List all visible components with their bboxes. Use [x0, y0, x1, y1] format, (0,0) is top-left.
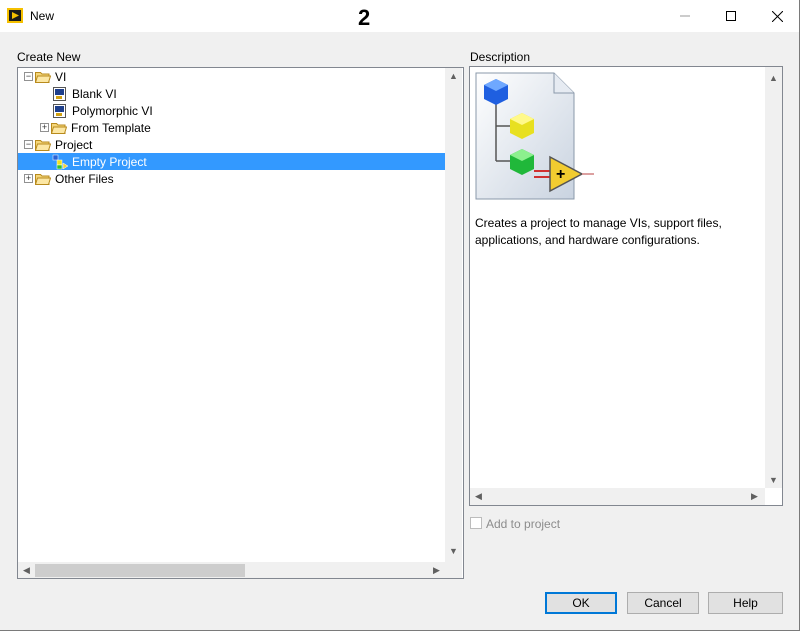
tree-vertical-scrollbar[interactable]: ▲ ▼ [445, 68, 462, 562]
scroll-down-icon[interactable]: ▼ [765, 475, 782, 485]
description-vertical-scrollbar[interactable]: ▲ ▼ [765, 67, 782, 488]
tree-item-label: From Template [71, 120, 151, 135]
tree-item-blank-vi[interactable]: Blank VI [52, 85, 117, 102]
scroll-up-icon[interactable]: ▲ [445, 71, 462, 81]
horizontal-scroll-thumb[interactable] [35, 564, 245, 577]
add-to-project-label: Add to project [486, 517, 561, 531]
scroll-right-icon[interactable]: ▶ [746, 491, 763, 502]
scroll-down-icon[interactable]: ▼ [445, 546, 462, 556]
tree-item-other-files[interactable]: + Other Files [24, 170, 114, 187]
add-to-project-checkbox[interactable] [470, 517, 482, 529]
tree-item-label: Polymorphic VI [72, 103, 153, 118]
tree-item-label: Project [55, 137, 93, 152]
tree-item-from-template[interactable]: + From Template [40, 119, 151, 136]
scroll-left-icon[interactable]: ◀ [470, 491, 487, 502]
window-title: New [30, 9, 55, 23]
tree-item-label: Blank VI [72, 86, 117, 101]
collapse-icon[interactable]: − [24, 140, 33, 149]
folder-icon [35, 174, 51, 185]
scroll-up-icon[interactable]: ▲ [765, 73, 782, 83]
description-label: Description [470, 50, 531, 64]
project-icon [52, 154, 68, 169]
create-new-tree[interactable]: − VI Blank VI Polymorphic VI + From Temp… [17, 67, 464, 579]
description-horizontal-scrollbar[interactable]: ◀ ▶ [470, 488, 765, 505]
scrollbar-corner [445, 562, 462, 578]
tree-item-polymorphic-vi[interactable]: Polymorphic VI [52, 102, 153, 119]
open-folder-icon [35, 140, 51, 151]
expand-icon[interactable]: + [24, 174, 33, 183]
tree-item-empty-project[interactable]: Empty Project [18, 153, 445, 170]
close-button[interactable] [754, 0, 800, 32]
collapse-icon[interactable]: − [24, 72, 33, 81]
project-illustration-icon: + [475, 72, 594, 200]
help-button[interactable]: Help [708, 592, 783, 614]
minimize-icon [680, 15, 690, 17]
tree-item-project[interactable]: − Project [24, 136, 92, 153]
folder-icon [51, 123, 67, 134]
polymorphic-vi-icon [53, 103, 66, 118]
open-folder-icon [35, 72, 51, 83]
step-number-label: 2 [358, 5, 371, 30]
close-icon [771, 10, 783, 22]
minimize-button[interactable] [662, 0, 708, 32]
cancel-button[interactable]: Cancel [627, 592, 699, 614]
tree-item-label: VI [55, 69, 67, 84]
scroll-right-icon[interactable]: ▶ [428, 565, 445, 576]
maximize-icon [726, 11, 736, 21]
expand-icon[interactable]: + [40, 123, 49, 132]
description-panel: + Creates a project to manage VIs, suppo… [469, 66, 783, 506]
tree-item-vi[interactable]: − VI [24, 68, 66, 85]
maximize-button[interactable] [708, 0, 754, 32]
description-text: Creates a project to manage VIs, support… [475, 216, 722, 247]
svg-text:+: + [556, 166, 565, 183]
ok-button[interactable]: OK [545, 592, 617, 614]
tree-item-label: Empty Project [72, 154, 147, 169]
vi-file-icon [53, 86, 66, 101]
scroll-left-icon[interactable]: ◀ [18, 565, 35, 576]
tree-item-label: Other Files [55, 171, 114, 186]
labview-app-icon [7, 8, 23, 23]
create-new-label: Create New [17, 50, 81, 64]
title-bar: New 2 [0, 0, 800, 32]
tree-horizontal-scrollbar[interactable]: ◀ ▶ [18, 562, 445, 578]
